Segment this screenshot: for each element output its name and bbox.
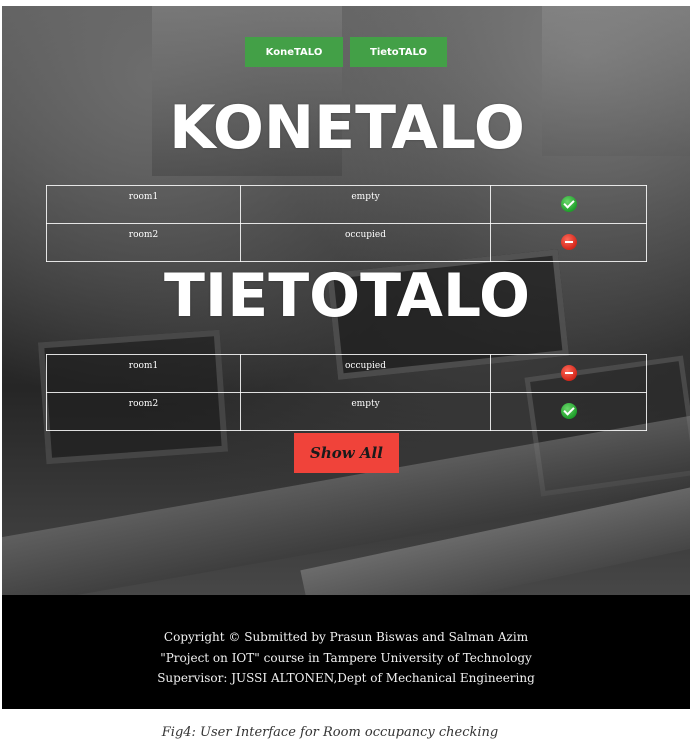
room-status-icon-cell [490,392,647,431]
room-status-cell: empty [240,392,491,431]
show-all-button[interactable]: Show All [294,433,399,473]
room-status-icon-cell [490,354,647,393]
table-row: room2 occupied [46,223,647,262]
tietotalo-title: TIETOTALO [164,261,530,331]
footer-course-line: "Project on IOT" course in Tampere Unive… [160,651,532,665]
room-status-icon-cell [490,185,647,224]
room-name-cell: room1 [46,354,241,393]
tietotalo-room-table: room1 occupied room2 empty [46,354,647,431]
room-name-cell: room1 [46,185,241,224]
no-entry-icon [560,365,577,381]
room-status-cell: occupied [240,223,491,262]
konetalo-title: KONETALO [169,93,525,163]
background-rail-shape [300,482,690,595]
footer-supervisor-line: Supervisor: JUSSI ALTONEN,Dept of Mechan… [157,671,535,685]
check-icon [560,403,577,419]
footer-copyright-line: Copyright © Submitted by Prasun Biswas a… [163,630,529,644]
table-row: room1 empty [46,185,647,224]
room-status-icon-cell [490,223,647,262]
konetalo-room-table: room1 empty room2 occupied [46,185,647,262]
table-row: room2 empty [46,392,647,431]
room-status-cell: occupied [240,354,491,393]
table-row: room1 occupied [46,354,647,393]
room-status-cell: empty [240,185,491,224]
room-name-cell: room2 [46,223,241,262]
figure-caption: Fig4: User Interface for Room occupancy … [161,725,499,740]
no-entry-icon [560,234,577,250]
konetalo-nav-button[interactable]: KoneTALO [245,37,343,67]
check-icon [560,196,577,212]
tietotalo-nav-button[interactable]: TietoTALO [350,37,447,67]
room-name-cell: room2 [46,392,241,431]
footer: Copyright © Submitted by Prasun Biswas a… [2,595,690,709]
